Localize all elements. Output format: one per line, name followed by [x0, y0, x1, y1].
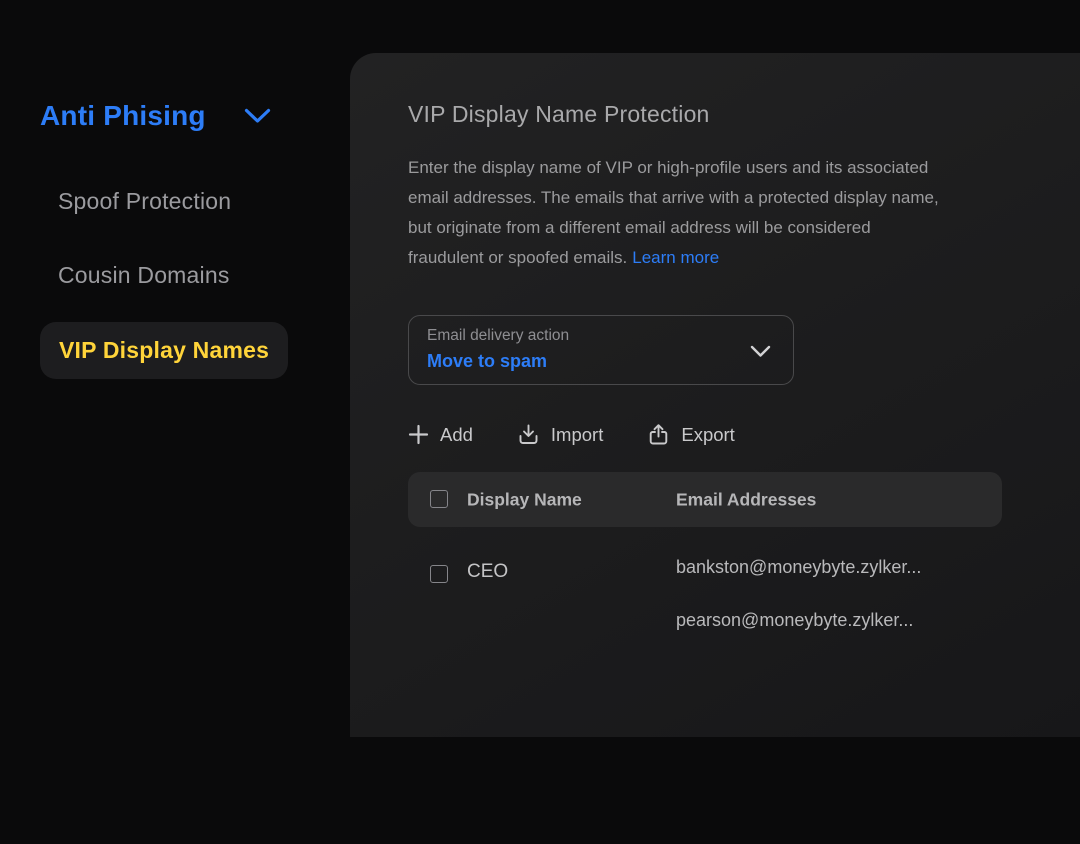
sidebar-section-label: Anti Phising: [40, 100, 206, 132]
export-button-label: Export: [681, 424, 734, 446]
column-header-email-addresses: Email Addresses: [676, 489, 816, 510]
page-description: Enter the display name of VIP or high-pr…: [408, 153, 1068, 273]
email-delivery-action-dropdown[interactable]: Email delivery action Move to spam: [408, 315, 794, 385]
sidebar-item-spoof-protection[interactable]: Spoof Protection: [58, 188, 231, 215]
vip-display-name-panel: VIP Display Name Protection Enter the di…: [350, 53, 1080, 737]
plus-icon: [408, 424, 429, 445]
select-all-checkbox[interactable]: [430, 490, 448, 508]
sidebar-item-label: VIP Display Names: [59, 337, 269, 363]
table-row: CEO bankston@moneybyte.zylker... pearson…: [408, 543, 1002, 655]
sidebar-section-anti-phishing[interactable]: Anti Phising: [40, 100, 271, 132]
import-button-label: Import: [551, 424, 603, 446]
page-title: VIP Display Name Protection: [408, 101, 710, 128]
sidebar-item-vip-display-names[interactable]: VIP Display Names: [40, 322, 288, 379]
export-icon: [647, 423, 670, 446]
row-checkbox[interactable]: [430, 565, 448, 583]
table-header: Display Name Email Addresses: [408, 472, 1002, 527]
row-email-address: bankston@moneybyte.zylker...: [676, 557, 921, 578]
row-email-address: pearson@moneybyte.zylker...: [676, 610, 913, 631]
learn-more-link[interactable]: Learn more: [632, 248, 719, 267]
import-icon: [517, 423, 540, 446]
dropdown-label: Email delivery action: [427, 327, 775, 345]
chevron-down-icon: [750, 345, 771, 358]
add-button[interactable]: Add: [408, 424, 473, 446]
sidebar-item-cousin-domains[interactable]: Cousin Domains: [58, 262, 230, 289]
import-button[interactable]: Import: [517, 423, 603, 446]
chevron-down-icon: [244, 108, 271, 124]
column-header-display-name: Display Name: [467, 489, 582, 510]
row-display-name: CEO: [467, 561, 508, 583]
table-toolbar: Add Import Export: [408, 423, 735, 446]
export-button[interactable]: Export: [647, 423, 734, 446]
dropdown-selected-value: Move to spam: [427, 351, 775, 372]
add-button-label: Add: [440, 424, 473, 446]
